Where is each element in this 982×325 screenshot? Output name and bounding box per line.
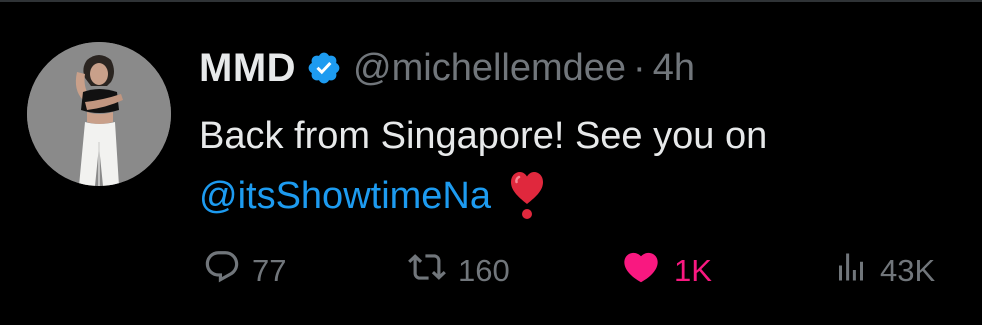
avatar[interactable] xyxy=(27,42,171,186)
tweet-text: Back from Singapore! See you on @itsShow… xyxy=(199,106,959,226)
verified-badge-icon xyxy=(306,50,342,86)
retweet-count: 160 xyxy=(458,253,510,288)
display-name[interactable]: MMD xyxy=(199,46,296,91)
tweet-text-line1: Back from Singapore! See you on xyxy=(199,115,768,157)
tweet-header: MMD @michellemdee · 4h xyxy=(199,42,695,94)
like-count: 1K xyxy=(674,253,712,288)
views-count: 43K xyxy=(880,253,936,288)
mention-link[interactable]: @itsShowtimeNa xyxy=(199,175,491,217)
separator-dot: · xyxy=(633,46,646,89)
timestamp[interactable]: 4h xyxy=(653,47,695,90)
action-bar: 77 160 1K 43K xyxy=(0,243,982,299)
heart-exclamation-emoji-icon xyxy=(509,170,545,222)
reply-button[interactable]: 77 xyxy=(203,243,286,299)
reply-icon xyxy=(203,248,241,294)
user-handle[interactable]: @michellemdee xyxy=(353,47,626,90)
retweet-button[interactable]: 160 xyxy=(407,243,510,299)
tweet-text-line2: @itsShowtimeNa xyxy=(199,166,959,226)
reply-count: 77 xyxy=(252,253,287,288)
like-button[interactable]: 1K xyxy=(619,243,712,299)
analytics-bars-icon xyxy=(833,249,869,293)
views-button[interactable]: 43K xyxy=(833,243,935,299)
retweet-icon xyxy=(407,248,447,294)
tweet[interactable]: MMD @michellemdee · 4h Back from Singapo… xyxy=(0,0,982,325)
heart-filled-icon xyxy=(619,247,663,295)
